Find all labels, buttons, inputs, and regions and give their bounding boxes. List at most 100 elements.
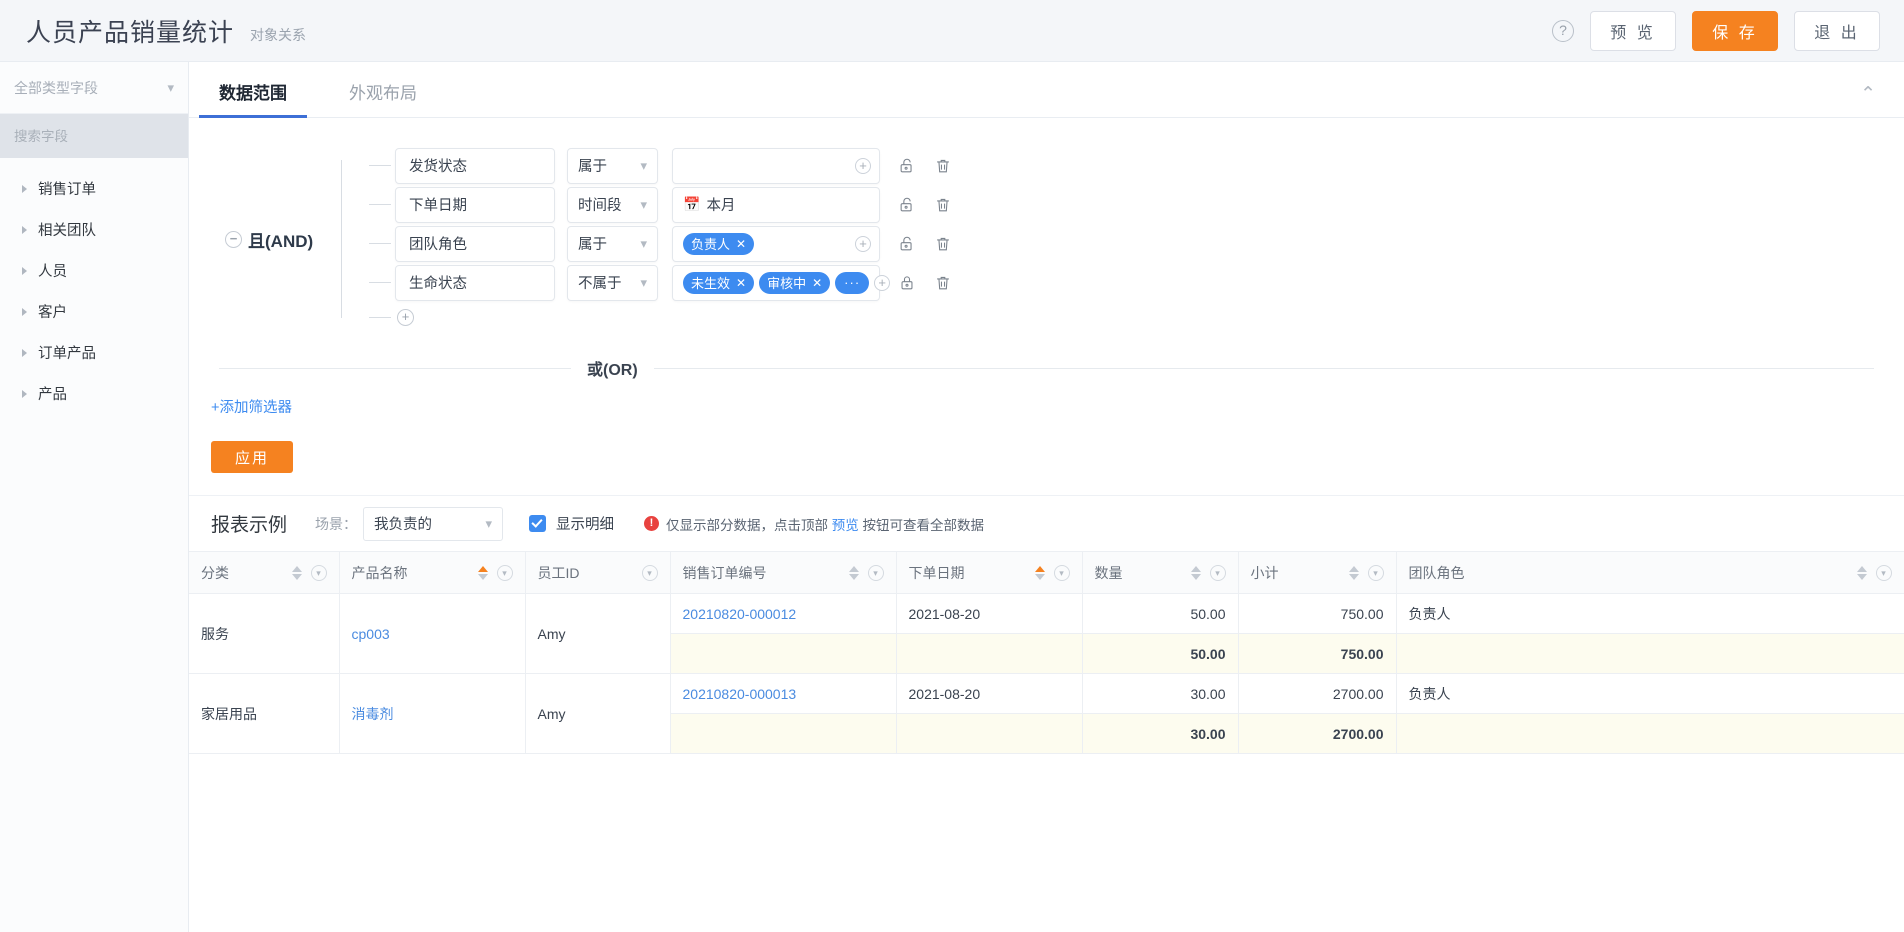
value-tag[interactable]: 未生效 ✕ xyxy=(683,271,755,294)
lock-open-icon[interactable] xyxy=(898,235,916,253)
column-header-order-no[interactable]: 销售订单编号 ▾ xyxy=(670,551,897,594)
column-header-label: 产品名称 xyxy=(351,564,408,581)
scene-select[interactable]: 我负责的 ▾ xyxy=(363,506,504,541)
remove-tag-icon[interactable]: ✕ xyxy=(812,276,822,290)
tree-item-related-team[interactable]: 相关团队 xyxy=(0,209,188,250)
delete-icon[interactable] xyxy=(934,157,952,175)
condition-operator-select[interactable]: 时间段 ▾ xyxy=(567,186,658,223)
condition-field-select[interactable]: 团队角色 xyxy=(395,225,555,262)
table-head: 分类 ▾ 产品名称 ▾ 员工ID ▾ 销售订单编号 ▾ 下单日期 ▾ 数量 ▾ … xyxy=(189,551,1904,594)
tab-bar: 数据范围 外观布局 ⌃ xyxy=(189,62,1904,118)
cell-product[interactable]: cp003 xyxy=(339,593,526,674)
add-value-icon[interactable]: + xyxy=(874,274,891,291)
column-filter-icon[interactable]: ▾ xyxy=(1367,564,1384,581)
row-actions xyxy=(898,235,952,253)
triangle-right-icon xyxy=(22,389,27,398)
exit-button[interactable]: 退 出 xyxy=(1794,10,1880,51)
chevron-down-icon: ▾ xyxy=(167,79,174,95)
delete-icon[interactable] xyxy=(934,274,952,292)
sort-arrows-icon[interactable] xyxy=(477,565,488,580)
collapse-group-button[interactable]: − xyxy=(225,230,242,248)
chevron-down-icon: ▾ xyxy=(640,157,647,173)
sort-arrows-icon[interactable] xyxy=(848,565,859,580)
order-link[interactable]: 20210820-000012 xyxy=(683,606,797,622)
chevron-down-icon: ▾ xyxy=(640,274,647,290)
column-header-team-role[interactable]: 团队角色 ▾ xyxy=(1396,551,1904,594)
add-value-icon[interactable]: + xyxy=(855,235,871,252)
condition-value-input[interactable]: 📅 本月 xyxy=(672,186,880,223)
save-button[interactable]: 保 存 xyxy=(1692,10,1778,51)
cell-subtotal-blank xyxy=(670,713,897,754)
condition-value-input[interactable]: 未生效 ✕ 审核中 ✕ ··· + xyxy=(672,264,891,301)
tab-appearance-layout[interactable]: 外观布局 xyxy=(341,79,425,117)
product-link[interactable]: cp003 xyxy=(352,626,390,642)
condition-operator-select[interactable]: 属于 ▾ xyxy=(567,147,658,184)
lock-closed-icon[interactable] xyxy=(898,274,916,292)
column-filter-icon[interactable]: ▾ xyxy=(867,564,884,581)
sort-arrows-icon[interactable] xyxy=(1190,565,1201,580)
column-filter-icon[interactable]: ▾ xyxy=(1053,564,1070,581)
field-type-select[interactable]: 全部类型字段 ▾ xyxy=(0,62,188,114)
more-tags-badge[interactable]: ··· xyxy=(835,271,870,294)
warning-icon: ! xyxy=(644,516,660,531)
lock-open-icon[interactable] xyxy=(898,157,916,175)
cell-product[interactable]: 消毒剂 xyxy=(339,673,526,754)
remove-tag-icon[interactable]: ✕ xyxy=(736,237,746,251)
column-header-product-name[interactable]: 产品名称 ▾ xyxy=(339,551,526,594)
condition-operator-label: 不属于 xyxy=(578,276,622,292)
column-header-order-date[interactable]: 下单日期 ▾ xyxy=(896,551,1083,594)
cell-order-no[interactable]: 20210820-000013 xyxy=(670,673,897,714)
apply-button[interactable]: 应用 xyxy=(211,441,293,473)
condition-field-select[interactable]: 发货状态 xyxy=(395,147,555,184)
tree-item-product[interactable]: 产品 xyxy=(0,373,188,414)
cell-order-date: 2021-08-20 xyxy=(896,673,1083,714)
question-circle-icon[interactable]: ? xyxy=(1552,19,1574,42)
remove-tag-icon[interactable]: ✕ xyxy=(736,276,746,290)
delete-icon[interactable] xyxy=(934,235,952,253)
column-filter-icon[interactable]: ▾ xyxy=(310,564,327,581)
value-tag[interactable]: 审核中 ✕ xyxy=(759,271,831,294)
tab-data-range[interactable]: 数据范围 xyxy=(199,79,307,118)
sidebar: 全部类型字段 ▾ ⚲ 销售订单 相关团队 人员 客户 xyxy=(0,62,201,932)
warning-preview-link[interactable]: 预览 xyxy=(832,518,859,533)
order-link[interactable]: 20210820-000013 xyxy=(683,686,797,702)
sort-arrows-icon[interactable] xyxy=(1034,565,1045,580)
search-input[interactable] xyxy=(14,128,191,144)
value-tag[interactable]: 负责人 ✕ xyxy=(683,232,755,255)
add-filter-link[interactable]: +添加筛选器 xyxy=(211,396,292,417)
sort-arrows-icon[interactable] xyxy=(291,565,302,580)
column-header-category[interactable]: 分类 ▾ xyxy=(189,551,340,594)
chevron-double-up-icon[interactable]: ⌃ xyxy=(1860,85,1876,104)
delete-icon[interactable] xyxy=(934,196,952,214)
lock-open-icon[interactable] xyxy=(898,196,916,214)
column-filter-icon[interactable]: ▾ xyxy=(496,564,513,581)
tree-item-customer[interactable]: 客户 xyxy=(0,291,188,332)
table-row: 家居用品 消毒剂 Amy 20210820-000013 2021-08-20 … xyxy=(189,673,1904,754)
sort-arrows-icon[interactable] xyxy=(1348,565,1359,580)
tree-item-order-product[interactable]: 订单产品 xyxy=(0,332,188,373)
top-bar: 人员产品销量统计 对象关系 ? 预 览 保 存 退 出 xyxy=(0,0,1904,62)
column-filter-icon[interactable]: ▾ xyxy=(1209,564,1226,581)
condition-field-select[interactable]: 下单日期 xyxy=(395,186,555,223)
preview-button[interactable]: 预 览 xyxy=(1590,10,1676,51)
column-header-subtotal[interactable]: 小计 ▾ xyxy=(1238,551,1397,594)
condition-value-input[interactable]: + xyxy=(672,147,880,184)
show-detail-checkbox[interactable] xyxy=(529,515,547,532)
column-header-employee-id[interactable]: 员工ID ▾ xyxy=(525,551,671,594)
tree-item-sales-order[interactable]: 销售订单 xyxy=(0,168,188,209)
condition-value-input[interactable]: 负责人 ✕ + xyxy=(672,225,880,262)
column-filter-icon[interactable]: ▾ xyxy=(1875,564,1892,581)
product-link[interactable]: 消毒剂 xyxy=(352,706,394,722)
cell-subtotal-blank xyxy=(670,633,897,674)
column-filter-icon[interactable]: ▾ xyxy=(641,564,658,581)
field-search-box[interactable]: ⚲ xyxy=(0,114,201,158)
cell-order-no[interactable]: 20210820-000012 xyxy=(670,593,897,634)
sort-arrows-icon[interactable] xyxy=(1856,565,1867,580)
add-value-icon[interactable]: + xyxy=(855,157,871,174)
condition-field-select[interactable]: 生命状态 xyxy=(395,264,555,301)
tree-item-personnel[interactable]: 人员 xyxy=(0,250,188,291)
condition-operator-select[interactable]: 属于 ▾ xyxy=(567,225,658,262)
column-header-quantity[interactable]: 数量 ▾ xyxy=(1082,551,1239,594)
add-condition-button[interactable]: + xyxy=(397,308,414,326)
condition-operator-select[interactable]: 不属于 ▾ xyxy=(567,264,658,301)
